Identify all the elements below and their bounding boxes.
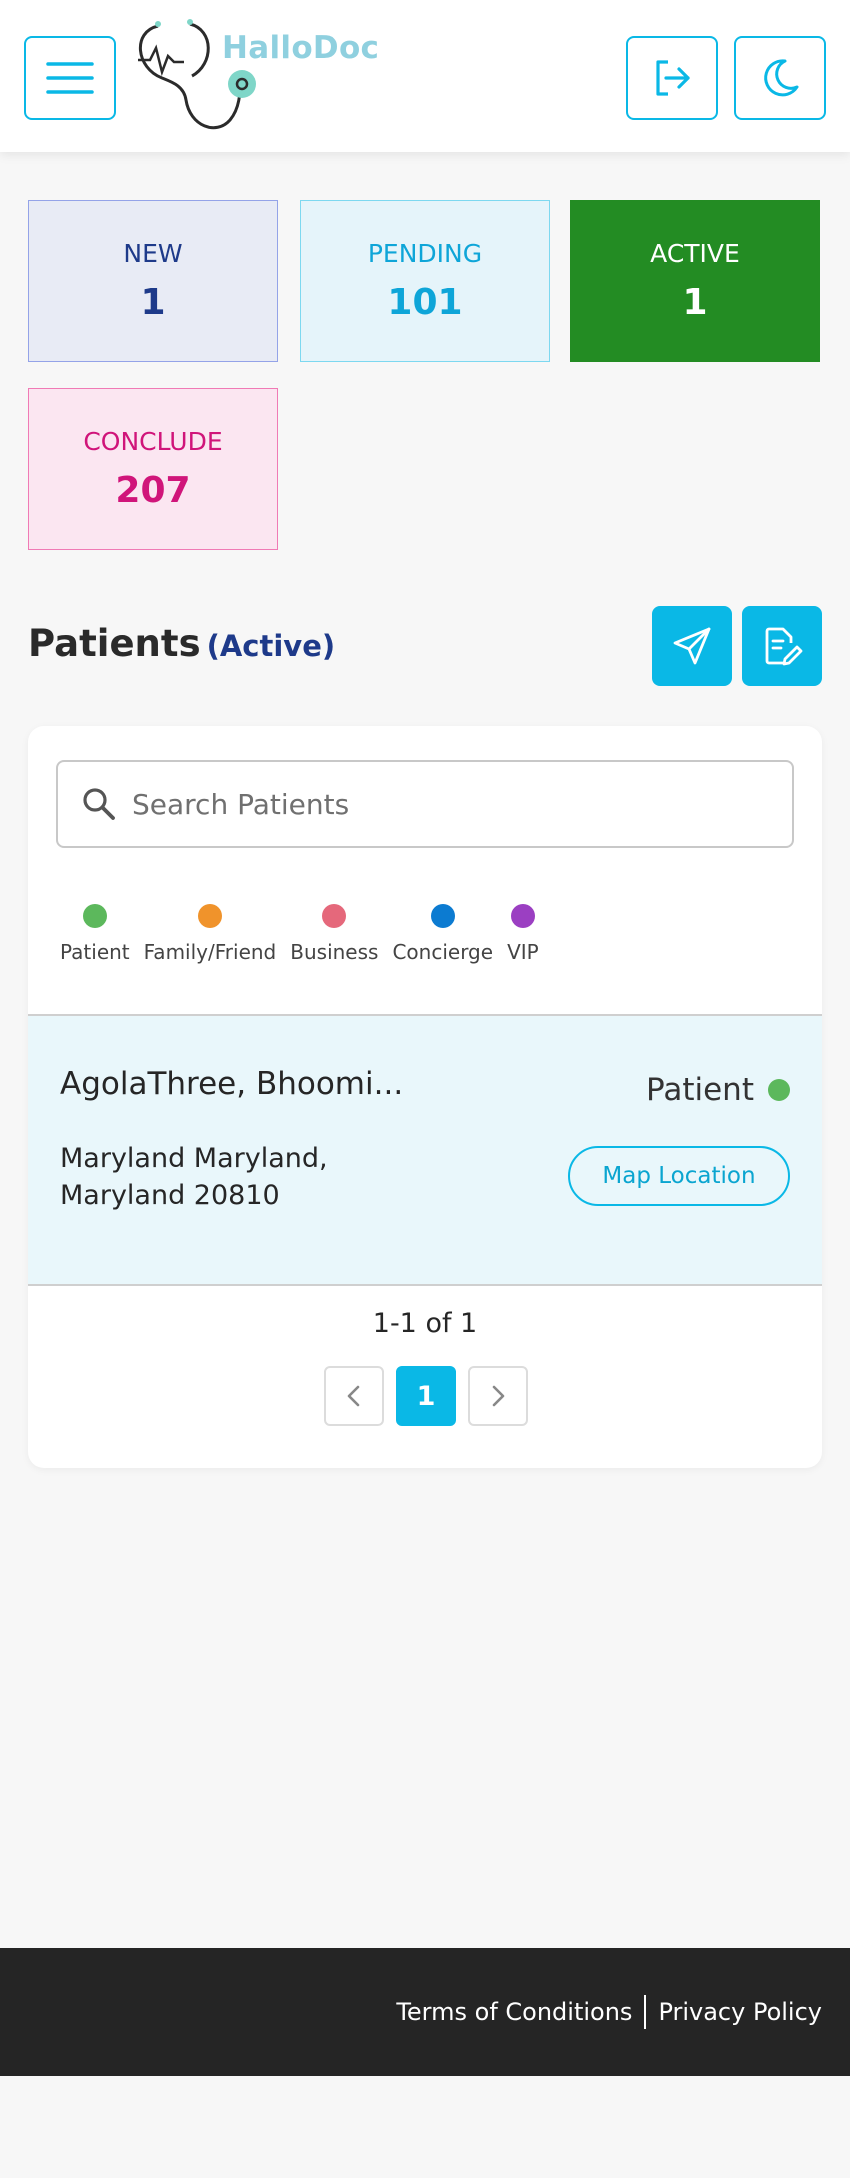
legend-item-concierge: Concierge	[392, 904, 493, 964]
table-row[interactable]: AgolaThree, Bhoomi... Maryland Maryland,…	[28, 1016, 822, 1284]
legend-label: Patient	[60, 940, 130, 964]
request-type-indicator: Patient	[646, 1072, 790, 1108]
legend-dot	[322, 904, 347, 928]
legend-label: Family/Friend	[143, 940, 277, 964]
chevron-right-icon	[492, 1385, 505, 1407]
legend-item-business: Business	[290, 904, 378, 964]
legend-dot	[430, 904, 455, 928]
next-page-button[interactable]	[468, 1366, 528, 1426]
top-header: HalloDoc	[0, 0, 850, 152]
divider	[28, 1284, 822, 1286]
page-title: Patients (Active)	[28, 622, 335, 665]
status-card-label: PENDING	[367, 239, 483, 268]
page-title-text: Patients	[28, 622, 201, 665]
status-card-conclude[interactable]: CONCLUDE 207	[28, 388, 278, 550]
send-icon	[673, 627, 711, 665]
status-card-count: 1	[140, 282, 166, 323]
request-type-legend: Patient Family/Friend Business Concierge…	[60, 904, 539, 964]
legend-dot	[197, 904, 222, 928]
legend-label: Concierge	[392, 940, 494, 964]
status-card-label: NEW	[123, 239, 183, 268]
logout-button[interactable]	[626, 36, 718, 120]
request-type-dot	[768, 1079, 790, 1101]
map-location-button[interactable]: Map Location	[568, 1146, 790, 1206]
pagination-summary: 1-1 of 1	[372, 1308, 478, 1339]
status-card-new[interactable]: NEW 1	[28, 200, 278, 362]
privacy-link[interactable]: Privacy Policy	[658, 1998, 822, 2026]
document-edit-icon	[765, 627, 803, 666]
search-input[interactable]	[132, 787, 752, 821]
status-card-label: ACTIVE	[650, 239, 740, 268]
logout-icon	[656, 60, 690, 96]
legend-item-patient: Patient	[60, 904, 130, 964]
theme-toggle-button[interactable]	[734, 36, 826, 120]
legend-dot	[82, 904, 107, 928]
page-title-status: (Active)	[206, 629, 336, 663]
create-request-button[interactable]	[742, 606, 822, 686]
status-card-count: 1	[682, 282, 708, 323]
legend-label: Business	[290, 940, 379, 964]
patients-panel: Patient Family/Friend Business Concierge…	[28, 726, 822, 1468]
status-card-label: CONCLUDE	[83, 427, 223, 456]
status-card-count: 101	[387, 282, 463, 323]
menu-button[interactable]	[24, 36, 116, 120]
search-icon	[83, 788, 115, 820]
footer-separator	[644, 1995, 647, 2029]
patient-address: Maryland Maryland, Maryland 20810	[60, 1143, 328, 1211]
moon-icon	[764, 59, 799, 97]
legend-item-vip: VIP	[507, 904, 539, 964]
hamburger-menu-icon	[46, 62, 94, 94]
prev-page-button[interactable]	[324, 1366, 384, 1426]
status-card-pending[interactable]: PENDING 101	[300, 200, 550, 362]
pagination: 1	[324, 1366, 528, 1426]
brand-name: HalloDoc	[222, 30, 380, 66]
page-button-current[interactable]: 1	[396, 1366, 456, 1426]
status-card-count: 207	[115, 470, 191, 511]
patient-name[interactable]: AgolaThree, Bhoomi...	[60, 1066, 403, 1102]
status-card-active[interactable]: ACTIVE 1	[570, 200, 820, 362]
legend-item-family-friend: Family/Friend	[143, 904, 277, 964]
terms-link[interactable]: Terms of Conditions	[396, 1998, 632, 2026]
legend-label: VIP	[507, 940, 539, 964]
chevron-left-icon	[347, 1385, 360, 1407]
request-type-label: Patient	[646, 1072, 754, 1108]
send-link-button[interactable]	[652, 606, 732, 686]
footer: Terms of Conditions Privacy Policy	[0, 1948, 850, 2076]
legend-dot	[510, 904, 535, 928]
search-box[interactable]	[56, 760, 794, 848]
